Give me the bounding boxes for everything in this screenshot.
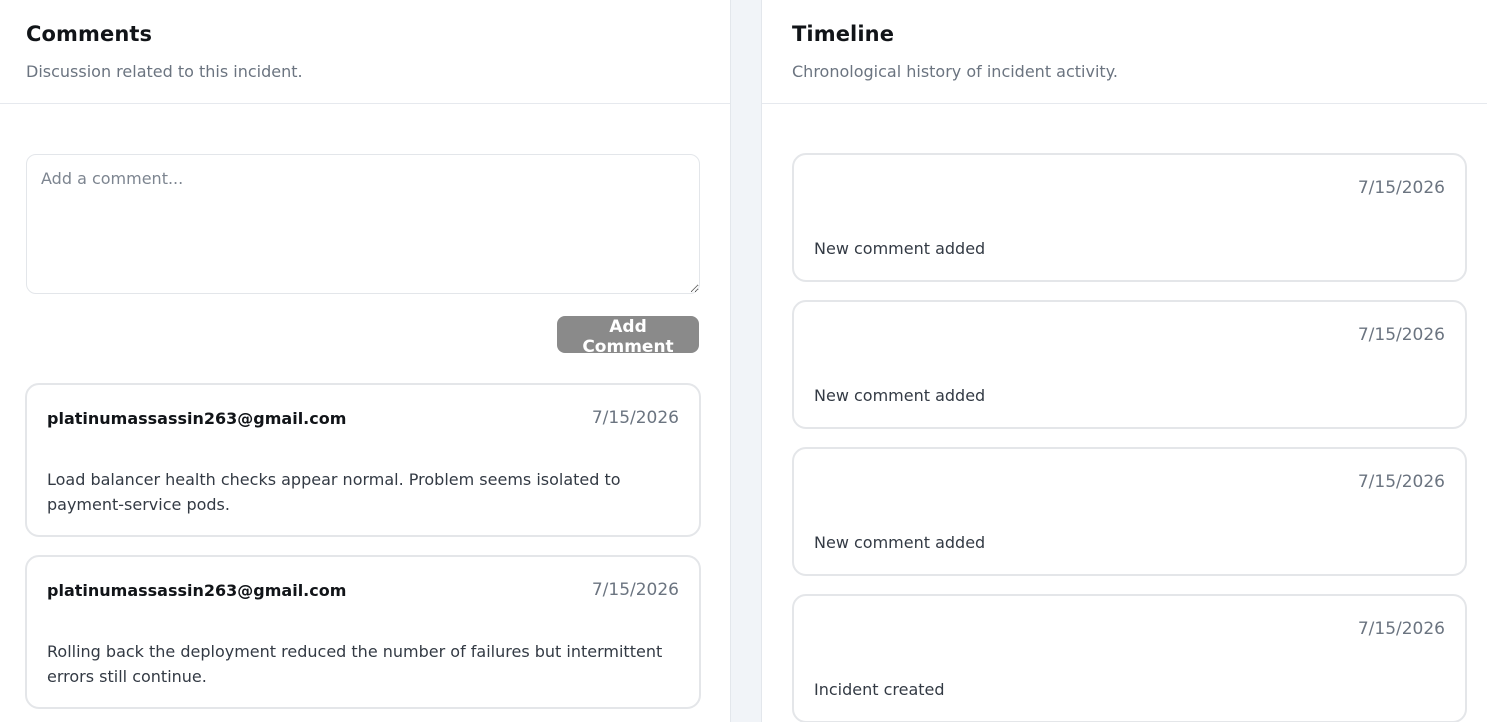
comment-input[interactable] bbox=[26, 154, 700, 294]
comments-title: Comments bbox=[26, 22, 153, 46]
timeline-subtitle: Chronological history of incident activi… bbox=[792, 62, 1118, 81]
comment-body: Rolling back the deployment reduced the … bbox=[47, 642, 663, 686]
timeline-item: 7/15/2026 New comment added bbox=[792, 300, 1467, 429]
comment-date: 7/15/2026 bbox=[591, 580, 679, 600]
timeline-text: New comment added bbox=[814, 386, 986, 405]
comment-card: platinumassassin263@gmail.com 7/15/2026 … bbox=[25, 555, 701, 709]
comment-date: 7/15/2026 bbox=[591, 408, 679, 428]
timeline-date: 7/15/2026 bbox=[1357, 619, 1445, 639]
timeline-date: 7/15/2026 bbox=[1357, 178, 1445, 198]
timeline-item: 7/15/2026 New comment added bbox=[792, 153, 1467, 282]
add-comment-button[interactable]: Add Comment bbox=[557, 316, 699, 357]
timeline-panel: Timeline Chronological history of incide… bbox=[761, 0, 1487, 722]
timeline-header: Timeline Chronological history of incide… bbox=[762, 0, 1487, 104]
timeline-text: New comment added bbox=[814, 533, 986, 552]
incident-detail-view: Comments Discussion related to this inci… bbox=[0, 0, 1487, 722]
comment-author: platinumassassin263@gmail.com bbox=[47, 581, 347, 600]
timeline-item: 7/15/2026 Incident created bbox=[792, 594, 1467, 722]
comment-body: Load balancer health checks appear norma… bbox=[47, 470, 621, 514]
timeline-item: 7/15/2026 New comment added bbox=[792, 447, 1467, 576]
timeline-title: Timeline bbox=[792, 22, 895, 46]
comments-panel: Comments Discussion related to this inci… bbox=[0, 0, 731, 722]
timeline-text: Incident created bbox=[814, 680, 945, 699]
timeline-text: New comment added bbox=[814, 239, 986, 258]
comment-author: platinumassassin263@gmail.com bbox=[47, 409, 347, 428]
timeline-date: 7/15/2026 bbox=[1357, 325, 1445, 345]
comments-header: Comments Discussion related to this inci… bbox=[0, 0, 730, 104]
timeline-date: 7/15/2026 bbox=[1357, 472, 1445, 492]
comments-subtitle: Discussion related to this incident. bbox=[26, 62, 303, 81]
comment-card: platinumassassin263@gmail.com 7/15/2026 … bbox=[25, 383, 701, 537]
